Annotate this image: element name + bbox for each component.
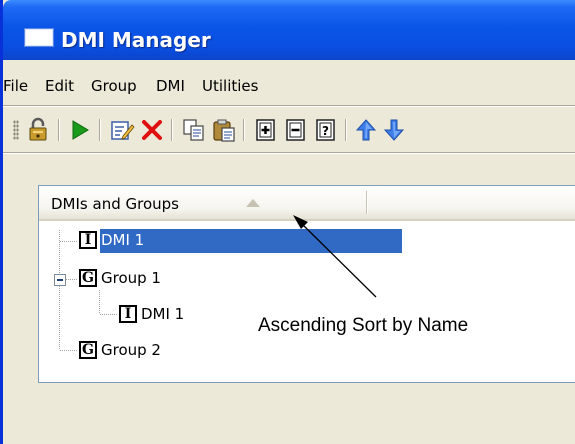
menu-file[interactable]: File [3, 77, 28, 95]
menu-edit[interactable]: Edit [45, 77, 74, 95]
edit-icon[interactable] [109, 117, 135, 143]
menu-group[interactable]: Group [91, 77, 137, 95]
move-down-icon[interactable] [381, 117, 407, 143]
unlock-icon[interactable] [25, 117, 51, 143]
status-area [3, 392, 575, 444]
toolbar-grip[interactable] [13, 120, 19, 140]
tree-connector [66, 279, 78, 280]
toolbar-separator [243, 119, 245, 141]
tree-item-group[interactable]: G Group 2 [79, 339, 279, 363]
tree-connector [99, 290, 100, 314]
toolbar-bottom-separator [3, 152, 575, 154]
window-title: DMI Manager [61, 28, 211, 52]
menu-utilities[interactable]: Utilities [202, 77, 258, 95]
tree-connector [60, 241, 78, 242]
window-icon [25, 29, 53, 46]
group-node-icon: G [79, 269, 97, 287]
tree-item-dmi[interactable]: I DMI 1 [79, 229, 409, 253]
toolbar-separator [99, 119, 101, 141]
dmi-node-icon: I [79, 231, 97, 249]
paste-icon[interactable] [211, 117, 237, 143]
toolbar-separator [58, 119, 60, 141]
help-icon[interactable]: ? [313, 117, 339, 143]
svg-text:?: ? [322, 124, 329, 138]
toolbar-separator [345, 119, 347, 141]
collapse-toggle[interactable] [54, 274, 66, 286]
group-node-icon: G [79, 341, 97, 359]
column-header-label: DMIs and Groups [51, 195, 179, 213]
tree-item-group[interactable]: G Group 1 [79, 267, 279, 291]
column-divider[interactable] [366, 191, 368, 214]
toolbar-separator [171, 119, 173, 141]
tree-connector [60, 350, 78, 351]
delete-icon[interactable] [139, 117, 165, 143]
sort-ascending-icon [246, 199, 260, 207]
run-icon[interactable] [66, 117, 92, 143]
annotation-label: Ascending Sort by Name [258, 315, 469, 336]
tree-item-label: DMI 1 [141, 305, 185, 323]
menu-separator [3, 105, 575, 107]
tree-item-label: DMI 1 [101, 231, 145, 249]
tree-connector [59, 230, 60, 350]
move-up-icon[interactable] [353, 117, 379, 143]
column-header[interactable]: DMIs and Groups [39, 186, 575, 221]
menu-bar: File Edit Group DMI Utilities [3, 77, 575, 99]
tree-item-label: Group 1 [101, 269, 161, 287]
dmi-node-icon: I [119, 305, 137, 323]
dmi-manager-window: DMI Manager File Edit Group DMI Utilitie… [0, 0, 575, 444]
tree-view-panel[interactable]: DMIs and Groups I DMI 1 G Group 1 I DMI … [38, 185, 575, 383]
copy-icon[interactable] [181, 117, 207, 143]
remove-icon[interactable] [283, 117, 309, 143]
menu-dmi[interactable]: DMI [156, 77, 185, 95]
title-bar[interactable]: DMI Manager [3, 0, 575, 60]
toolbar: ? [3, 113, 575, 147]
tree-item-label: Group 2 [101, 341, 161, 359]
tree-connector [100, 314, 118, 315]
add-icon[interactable] [253, 117, 279, 143]
